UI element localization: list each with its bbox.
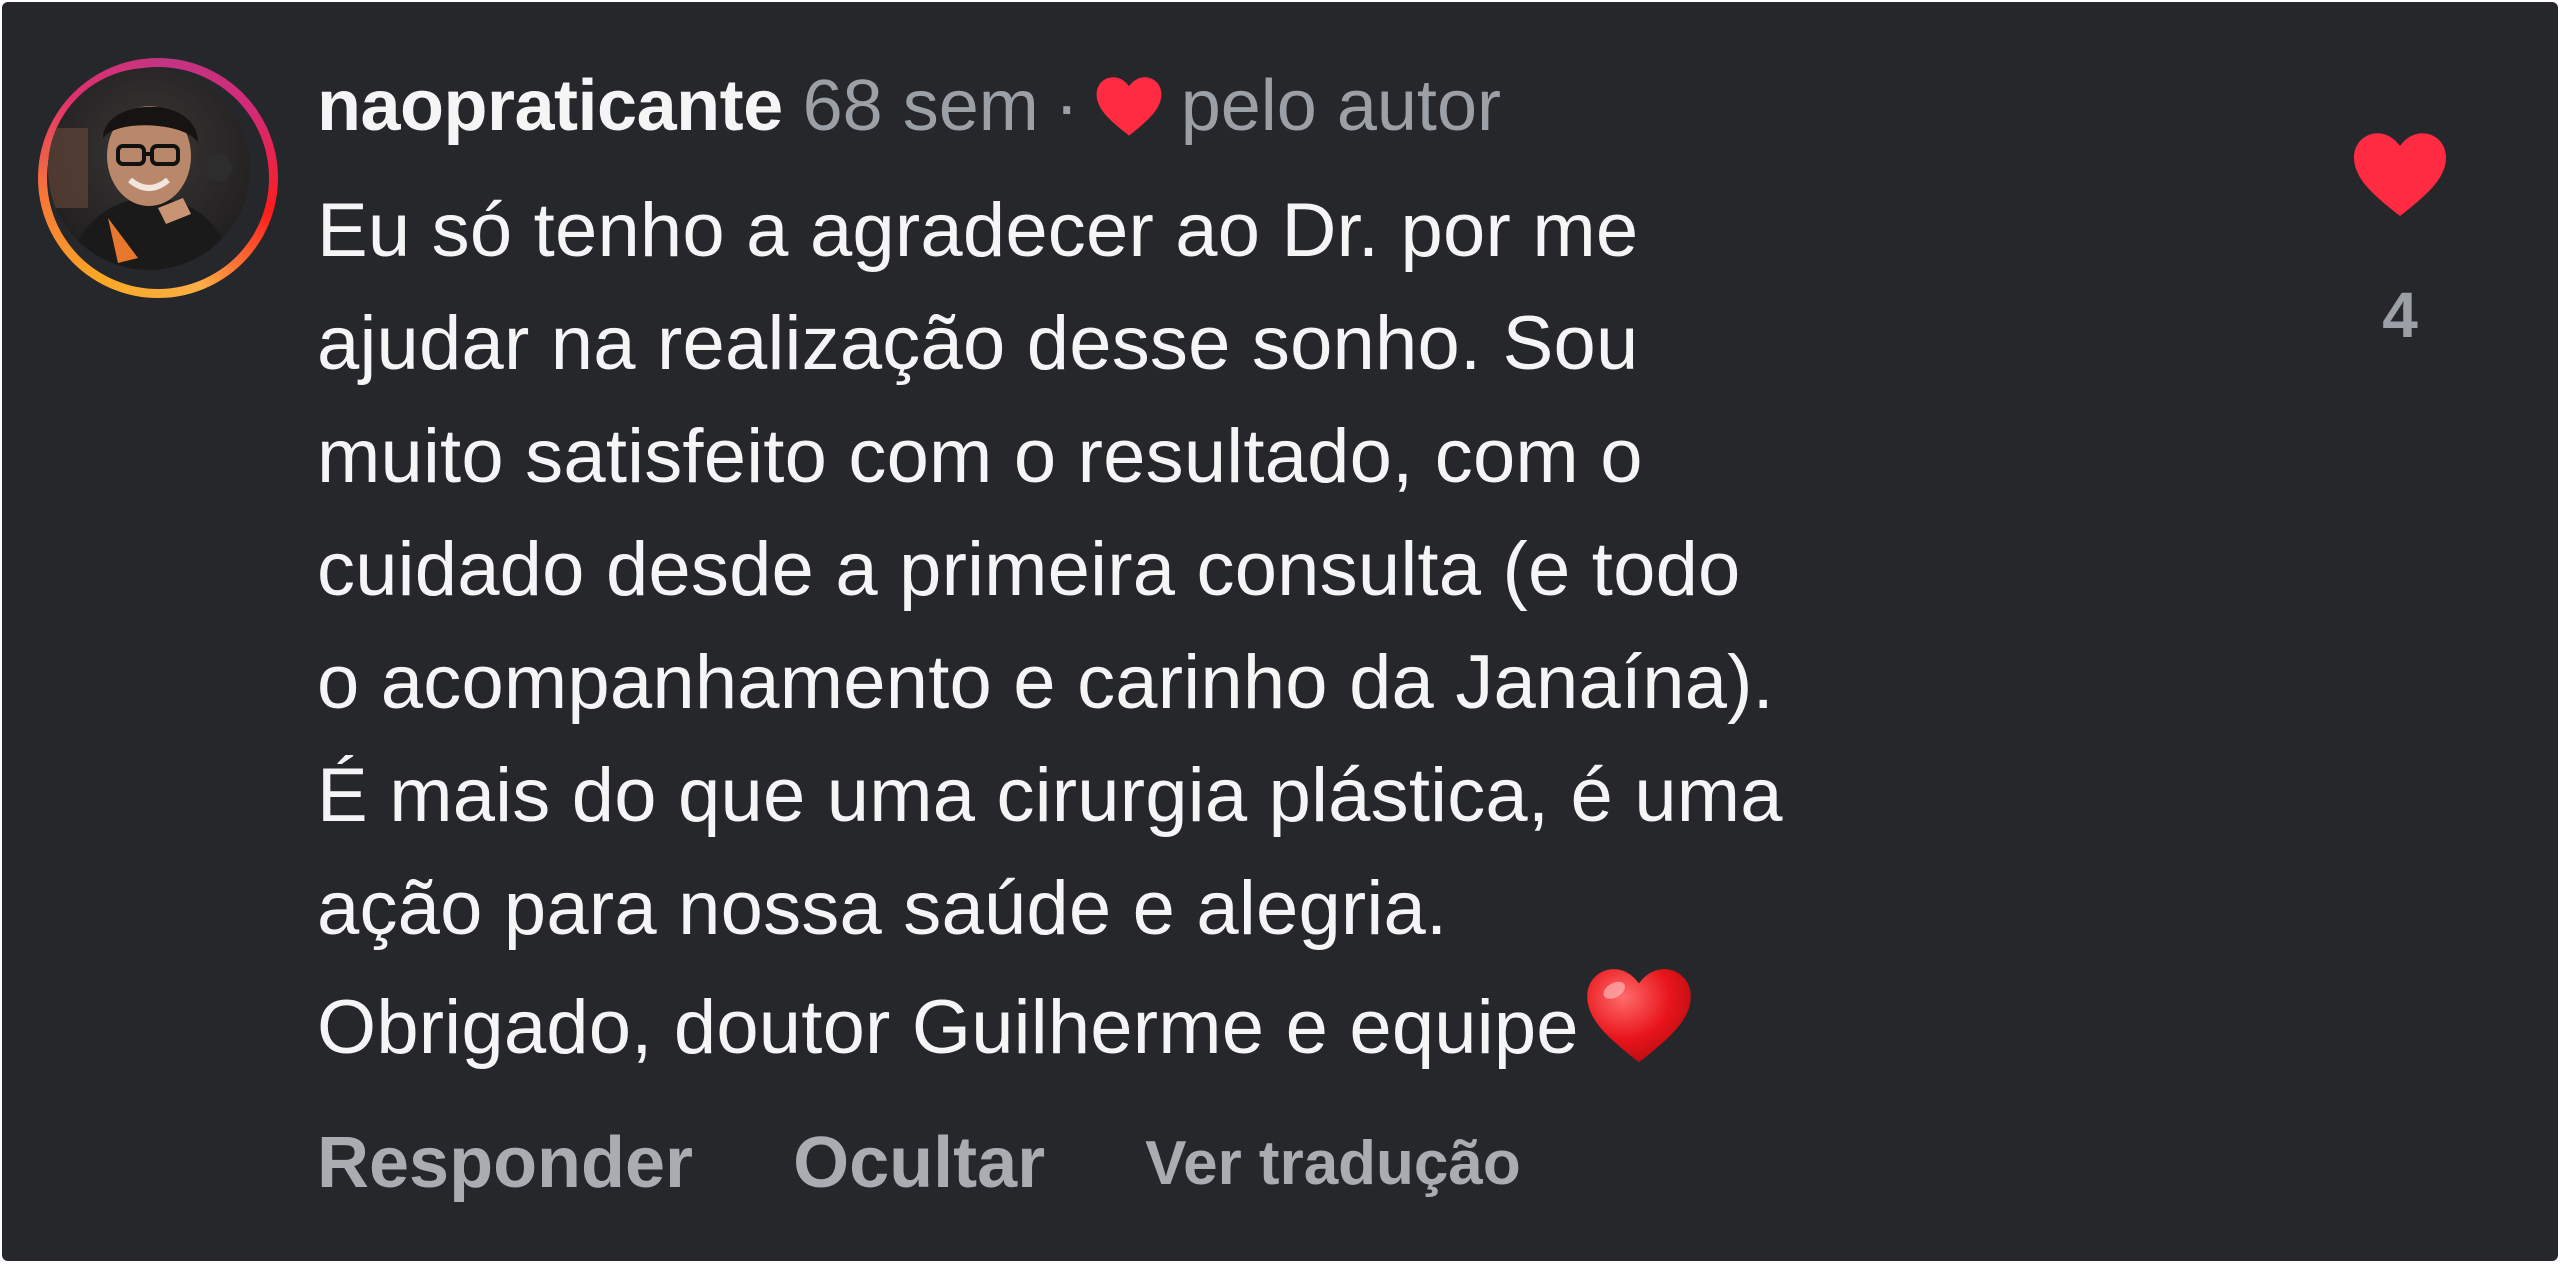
comment-line: Eu só tenho a agradecer ao Dr. por me [317,188,1639,273]
comment-line: ação para nossa saúde e alegria. [317,866,1448,951]
avatar[interactable] [48,68,250,270]
avatar-story-ring[interactable] [38,58,278,298]
separator-dot: · [1054,66,1079,146]
comment-line: É mais do que uma cirurgia plástica, é u… [317,753,1783,838]
comment-line: Obrigado, doutor Guilherme e equipe [317,985,1579,1070]
heart-icon[interactable] [2352,130,2448,218]
heart-icon [1096,77,1162,136]
comment-line: ajudar na realização desse sonho. Sou [317,301,1639,386]
like-count[interactable]: 4 [2340,278,2460,352]
comment-text: Eu só tenho a agradecer ao Dr. por me aj… [317,174,2297,1084]
like-control: 4 [2340,130,2460,352]
see-translation-button[interactable]: Ver tradução [1145,1128,1521,1199]
avatar-photo [48,68,250,270]
comment-line: cuidado desde a primeira consulta (e tod… [317,527,1741,612]
reply-button[interactable]: Responder [317,1122,693,1204]
hide-button[interactable]: Ocultar [793,1122,1045,1204]
comment-header: naopraticante 68 sem · pelo autor [317,60,1501,152]
comment-time[interactable]: 68 sem [803,60,1039,152]
username-link[interactable]: naopraticante [317,60,783,152]
liked-by-author-label: pelo autor [1180,66,1501,146]
comment-last-line: Obrigado, doutor Guilherme e equipe [317,965,2297,1084]
comment-line: o acompanhamento e carinho da Janaína). [317,640,1774,725]
comment-card: naopraticante 68 sem · pelo autor Eu só … [2,2,2558,1261]
comment-actions: Responder Ocultar Ver tradução [317,1122,1521,1204]
red-heart-emoji-icon [1587,969,1691,1063]
comment-line: muito satisfeito com o resultado, com o [317,414,1643,499]
